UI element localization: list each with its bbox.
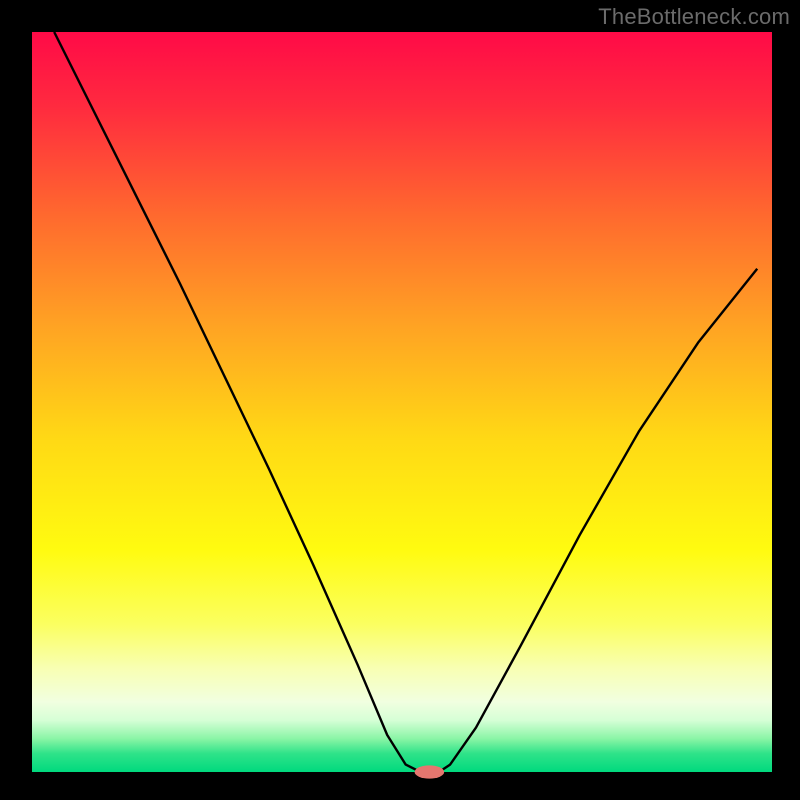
optimal-range-marker [415,765,445,778]
bottleneck-chart [0,0,800,800]
plot-background [32,32,772,772]
chart-frame: TheBottleneck.com [0,0,800,800]
watermark-text: TheBottleneck.com [598,4,790,30]
